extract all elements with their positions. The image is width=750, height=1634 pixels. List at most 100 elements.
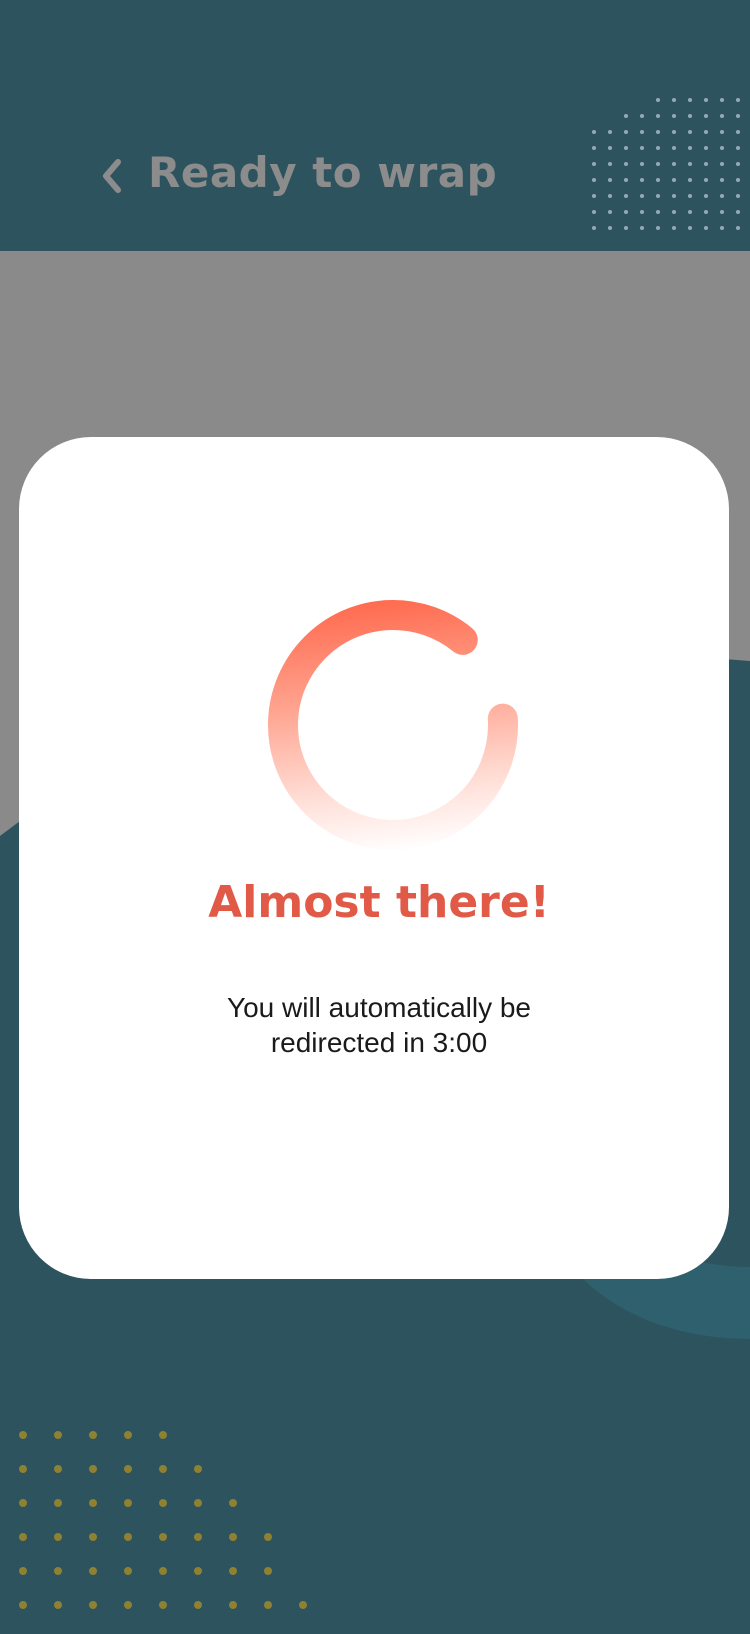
modal-title: Almost there! [208, 877, 550, 928]
footer-dot [124, 1431, 132, 1439]
header-dot [624, 130, 628, 134]
header-dot [624, 178, 628, 182]
header-dot [608, 162, 612, 166]
header-dot [656, 146, 660, 150]
header-dot [704, 114, 708, 118]
header-dot [720, 162, 724, 166]
footer-dot [264, 1601, 272, 1609]
footer-dot [229, 1567, 237, 1575]
footer-dot [299, 1601, 307, 1609]
footer-dot [54, 1431, 62, 1439]
header-dot [592, 210, 596, 214]
footer-dot [159, 1431, 167, 1439]
footer-dot [194, 1567, 202, 1575]
footer-dot [89, 1465, 97, 1473]
header-dot [640, 210, 644, 214]
header-dot [608, 226, 612, 230]
footer-dot [124, 1601, 132, 1609]
header-dot [624, 210, 628, 214]
footer-dot [19, 1465, 27, 1473]
header-dot [672, 226, 676, 230]
header-dot [688, 130, 692, 134]
loading-modal: Almost there! You will automatically be … [19, 437, 729, 1279]
header-dots-decoration [592, 98, 740, 230]
header-dot [656, 178, 660, 182]
footer-dot [124, 1567, 132, 1575]
footer-dot [159, 1601, 167, 1609]
header-dot [736, 130, 740, 134]
footer-dot [19, 1533, 27, 1541]
footer-dot [19, 1499, 27, 1507]
header-dot [688, 178, 692, 182]
redirect-message: You will automatically be redirected in … [214, 990, 544, 1060]
header-dot [704, 146, 708, 150]
header-dot [656, 210, 660, 214]
footer-dot [89, 1567, 97, 1575]
header-dot [592, 226, 596, 230]
page-title: Ready to wrap [148, 148, 498, 197]
header-dot [688, 162, 692, 166]
header-dot [672, 162, 676, 166]
header-dot [704, 130, 708, 134]
footer-dot [54, 1499, 62, 1507]
header-dot [592, 194, 596, 198]
header-dot [656, 226, 660, 230]
header-dot [672, 98, 676, 102]
header-dot [736, 210, 740, 214]
footer-dot [229, 1499, 237, 1507]
header-dot [624, 162, 628, 166]
footer-dots-decoration [19, 1431, 307, 1609]
header-dot [704, 162, 708, 166]
header-dot [624, 194, 628, 198]
footer-dot [194, 1465, 202, 1473]
header-dot [736, 226, 740, 230]
header-dot [688, 210, 692, 214]
footer-dot [89, 1533, 97, 1541]
header-dot [672, 194, 676, 198]
header-dot [688, 98, 692, 102]
header-dot [704, 178, 708, 182]
header-dot [688, 146, 692, 150]
header-dot [688, 226, 692, 230]
header-dot [592, 130, 596, 134]
header-dot [656, 194, 660, 198]
header-dot [608, 130, 612, 134]
header-dot [672, 146, 676, 150]
header-dot [624, 226, 628, 230]
footer-dot [54, 1601, 62, 1609]
header-dot [656, 130, 660, 134]
header-dot [704, 210, 708, 214]
header-dot [688, 114, 692, 118]
header-dot [608, 210, 612, 214]
header-dot [720, 146, 724, 150]
header-dot [656, 162, 660, 166]
footer-dot [124, 1465, 132, 1473]
header-dot [624, 114, 628, 118]
header-dot [672, 130, 676, 134]
header-dot [672, 178, 676, 182]
header-dot [640, 146, 644, 150]
footer-dot [54, 1465, 62, 1473]
header-dot [704, 226, 708, 230]
header-dot [720, 114, 724, 118]
header-dot [672, 114, 676, 118]
footer-dot [124, 1533, 132, 1541]
footer-dot [159, 1499, 167, 1507]
loading-spinner-icon [268, 600, 518, 850]
header-dot [736, 98, 740, 102]
back-button[interactable] [92, 152, 132, 200]
footer-dot [264, 1567, 272, 1575]
header-dot [736, 194, 740, 198]
header-dot [736, 178, 740, 182]
footer-dot [89, 1499, 97, 1507]
header-dot [640, 194, 644, 198]
footer-dot [194, 1601, 202, 1609]
header-dot [656, 114, 660, 118]
header-dot [704, 98, 708, 102]
header-dot [704, 194, 708, 198]
header-dot [736, 146, 740, 150]
footer-dot [19, 1601, 27, 1609]
header-dot [640, 162, 644, 166]
footer-dot [89, 1601, 97, 1609]
header-dot [592, 178, 596, 182]
